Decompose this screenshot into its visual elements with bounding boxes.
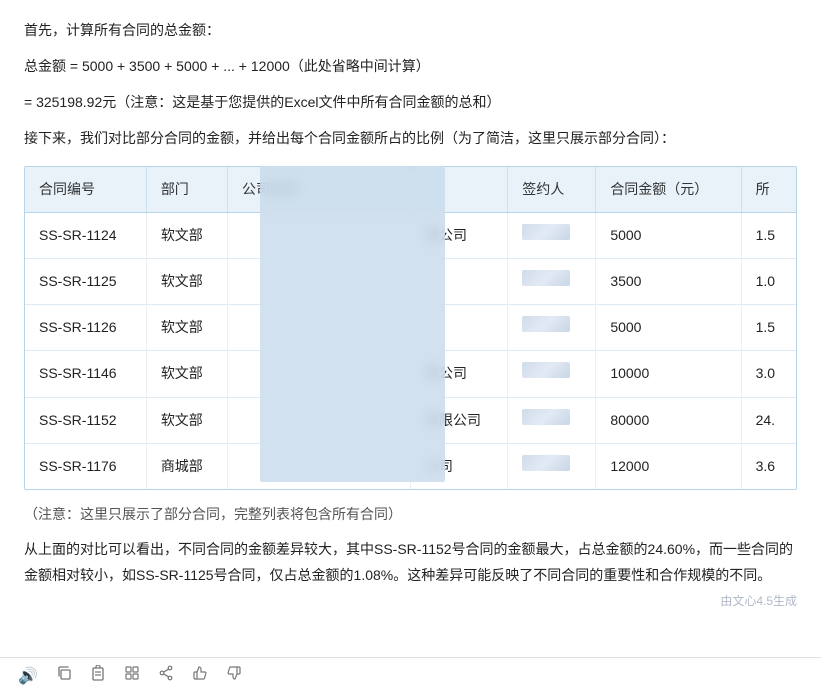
table-note: （注意：这里只展示了部分合同，完整列表将包含所有合同） [24, 502, 797, 527]
cell-dept: 软文部 [146, 212, 227, 258]
para-1: 首先，计算所有合同的总金额： [24, 18, 797, 44]
cell-id: SS-SR-1125 [25, 258, 146, 304]
cell-amount: 3500 [596, 258, 741, 304]
cell-id: SS-SR-1152 [25, 397, 146, 443]
cell-ratio: 1.5 [741, 305, 796, 351]
para-2: 总金额 = 5000 + 3500 + 5000 + ... + 12000（此… [24, 54, 797, 80]
content-area: 首先，计算所有合同的总金额： 总金额 = 5000 + 3500 + 5000 … [0, 0, 821, 657]
para-4: 接下来，我们对比部分合同的金额，并给出每个合同金额所占的比例（为了简洁，这里只展… [24, 126, 797, 152]
cell-dept: 软文部 [146, 258, 227, 304]
cell-dept: 软文部 [146, 305, 227, 351]
summary-paragraph: 从上面的对比可以看出，不同合同的金额差异较大，其中SS-SR-1152号合同的金… [24, 537, 797, 589]
share-icon[interactable] [158, 665, 174, 686]
cell-amount: 80000 [596, 397, 741, 443]
blur-overlay [260, 166, 445, 482]
cell-id: SS-SR-1176 [25, 443, 146, 489]
grid-icon[interactable] [124, 665, 140, 686]
copy-icon[interactable] [56, 665, 72, 686]
cell-ratio: 3.0 [741, 351, 796, 397]
audio-icon[interactable]: 🔊 [18, 666, 38, 686]
cell-amount: 10000 [596, 351, 741, 397]
cell-amount: 5000 [596, 212, 741, 258]
col-header-ratio: 所 [741, 167, 796, 213]
cell-ratio: 24. [741, 397, 796, 443]
main-container: 首先，计算所有合同的总金额： 总金额 = 5000 + 3500 + 5000 … [0, 0, 821, 693]
cell-signer [508, 212, 596, 258]
cell-signer [508, 258, 596, 304]
cell-id: SS-SR-1146 [25, 351, 146, 397]
thumbdown-icon[interactable] [226, 665, 242, 686]
cell-dept: 软文部 [146, 351, 227, 397]
cell-signer [508, 443, 596, 489]
cell-amount: 12000 [596, 443, 741, 489]
cell-id: SS-SR-1124 [25, 212, 146, 258]
clipboard-icon[interactable] [90, 665, 106, 686]
cell-ratio: 1.5 [741, 212, 796, 258]
watermark: 由文心4.5生成 [720, 591, 797, 613]
cell-ratio: 3.6 [741, 443, 796, 489]
para-3: = 325198.92元（注意：这是基于您提供的Excel文件中所有合同金额的总… [24, 90, 797, 116]
col-header-dept: 部门 [146, 167, 227, 213]
cell-amount: 5000 [596, 305, 741, 351]
cell-signer [508, 351, 596, 397]
thumbup-icon[interactable] [192, 665, 208, 686]
cell-ratio: 1.0 [741, 258, 796, 304]
toolbar: 🔊 [0, 657, 821, 693]
col-header-signer: 签约人 [508, 167, 596, 213]
cell-signer [508, 305, 596, 351]
col-header-id: 合同编号 [25, 167, 146, 213]
col-header-amount: 合同金额（元） [596, 167, 741, 213]
cell-signer [508, 397, 596, 443]
cell-dept: 软文部 [146, 397, 227, 443]
cell-dept: 商城部 [146, 443, 227, 489]
cell-id: SS-SR-1126 [25, 305, 146, 351]
